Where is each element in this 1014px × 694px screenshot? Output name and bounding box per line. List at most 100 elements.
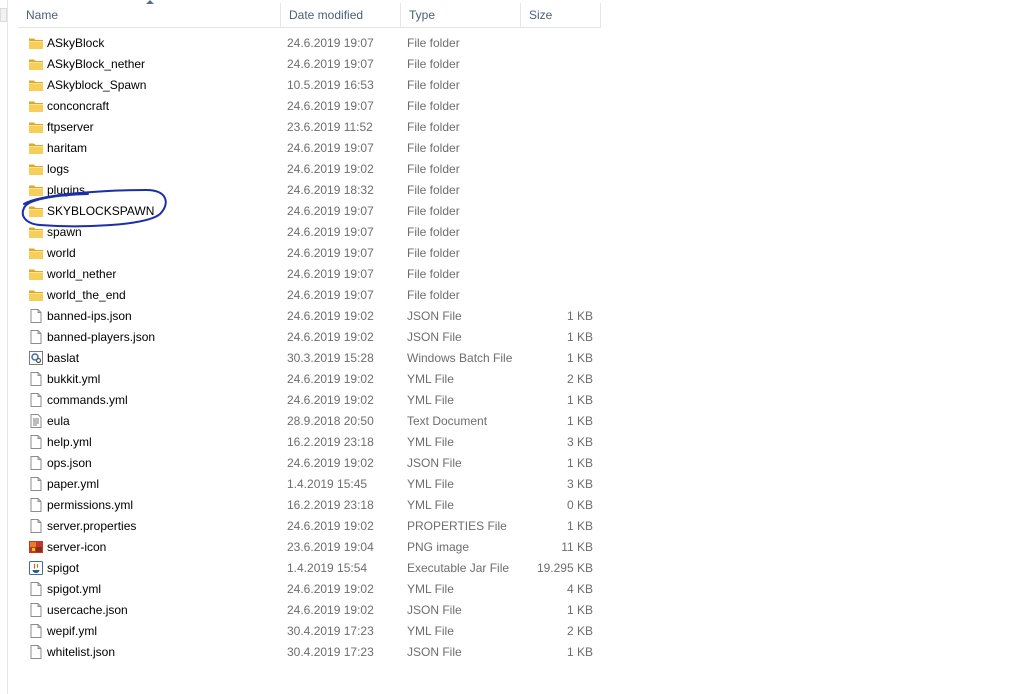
item-date: 16.2.2019 23:18 — [287, 498, 374, 512]
list-item[interactable]: paper.yml 1.4.2019 15:45 YML File 3 KB — [18, 474, 601, 495]
item-name: server-icon — [47, 540, 107, 554]
list-item[interactable]: world_the_end 24.6.2019 19:07 File folder — [18, 285, 601, 306]
item-size — [523, 138, 593, 159]
item-type: File folder — [407, 78, 460, 92]
item-type: YML File — [407, 498, 454, 512]
list-item[interactable]: server.properties 24.6.2019 19:02 PROPERTI… — [18, 516, 601, 537]
file-list: ASkyBlock 24.6.2019 19:07 File folder ASkyB… — [18, 33, 601, 663]
item-name: ASkyBlock_nether — [47, 57, 146, 71]
file-icon — [28, 602, 44, 618]
list-item[interactable]: whitelist.json 30.4.2019 17:23 JSON File 1 … — [18, 642, 601, 663]
list-item[interactable]: plugins 24.6.2019 18:32 File folder — [18, 180, 601, 201]
item-size: 2 KB — [566, 372, 593, 386]
file-icon — [28, 434, 44, 450]
item-name: world — [47, 246, 76, 260]
list-item[interactable]: ASkyBlock_nether 24.6.2019 19:07 File fold… — [18, 54, 601, 75]
list-item[interactable]: usercache.json 24.6.2019 19:02 JSON File 1 … — [18, 600, 601, 621]
item-type: PROPERTIES File — [407, 519, 507, 533]
item-date: 24.6.2019 19:02 — [287, 330, 374, 344]
list-item[interactable]: spawn 24.6.2019 19:07 File folder — [18, 222, 601, 243]
folder-icon — [28, 56, 44, 72]
list-item[interactable]: commands.yml 24.6.2019 19:02 YML File 1 KB — [18, 390, 601, 411]
item-date: 24.6.2019 19:07 — [287, 267, 374, 281]
column-header-size[interactable]: Size — [521, 3, 601, 27]
list-item[interactable]: logs 24.6.2019 19:02 File folder — [18, 159, 601, 180]
item-date: 24.6.2019 19:02 — [287, 603, 374, 617]
item-name: conconcraft — [47, 99, 110, 113]
item-date: 24.6.2019 19:07 — [287, 225, 374, 239]
item-type: File folder — [407, 267, 460, 281]
item-size: 3 KB — [566, 435, 593, 449]
item-date: 24.6.2019 19:07 — [287, 36, 374, 50]
list-item[interactable]: ftpserver 23.6.2019 11:52 File folder — [18, 117, 601, 138]
item-date: 10.5.2019 16:53 — [287, 78, 374, 92]
list-item[interactable]: banned-ips.json 24.6.2019 19:02 JSON File 1… — [18, 306, 601, 327]
file-icon — [28, 371, 44, 387]
item-size: 2 KB — [566, 624, 593, 638]
list-item[interactable]: ops.json 24.6.2019 19:02 JSON File 1 KB — [18, 453, 601, 474]
list-item[interactable]: ASkyblock_Spawn 10.5.2019 16:53 File folde… — [18, 75, 601, 96]
list-item[interactable]: wepif.yml 30.4.2019 17:23 YML File 2 KB — [18, 621, 601, 642]
item-size: 1 KB — [566, 456, 593, 470]
column-header-name[interactable]: Name — [18, 0, 281, 27]
file-icon — [28, 518, 44, 534]
list-item[interactable]: world_nether 24.6.2019 19:07 File folder — [18, 264, 601, 285]
list-item[interactable]: banned-players.json 24.6.2019 19:02 JSON F… — [18, 327, 601, 348]
column-header-date[interactable]: Date modified — [281, 3, 401, 27]
folder-icon — [28, 203, 44, 219]
file-icon — [28, 644, 44, 660]
list-item[interactable]: spigot.yml 24.6.2019 19:02 YML File 4 KB — [18, 579, 601, 600]
item-type: YML File — [407, 372, 454, 386]
list-item[interactable]: permissions.yml 16.2.2019 23:18 YML File 0 … — [18, 495, 601, 516]
item-type: File folder — [407, 246, 460, 260]
item-type: YML File — [407, 435, 454, 449]
item-type: File folder — [407, 120, 460, 134]
item-type: Text Document — [407, 414, 488, 428]
item-name: spawn — [47, 225, 82, 239]
list-item[interactable]: help.yml 16.2.2019 23:18 YML File 3 KB — [18, 432, 601, 453]
item-name: usercache.json — [47, 603, 128, 617]
list-item[interactable]: eula 28.9.2018 20:50 Text Document 1 KB — [18, 411, 601, 432]
file-icon — [28, 308, 44, 324]
item-type: File folder — [407, 183, 460, 197]
folder-icon — [28, 119, 44, 135]
list-item[interactable]: bukkit.yml 24.6.2019 19:02 YML File 2 KB — [18, 369, 601, 390]
item-date: 24.6.2019 19:02 — [287, 519, 374, 533]
list-item[interactable]: conconcraft 24.6.2019 19:07 File folder — [18, 96, 601, 117]
item-name: plugins — [47, 183, 86, 197]
item-name: haritam — [47, 141, 88, 155]
folder-icon — [28, 182, 44, 198]
item-size: 1 KB — [566, 519, 593, 533]
list-item[interactable]: spigot 1.4.2019 15:54 Executable Jar File 1… — [18, 558, 601, 579]
list-item[interactable]: SKYBLOCKSPAWN 24.6.2019 19:07 File folder — [18, 201, 601, 222]
item-type: YML File — [407, 582, 454, 596]
list-item[interactable]: baslat 30.3.2019 15:28 Windows Batch File 1… — [18, 348, 601, 369]
column-header-type[interactable]: Type — [401, 3, 521, 27]
file-icon — [28, 455, 44, 471]
file-icon — [28, 623, 44, 639]
item-size — [523, 264, 593, 285]
item-type: File folder — [407, 288, 460, 302]
item-date: 24.6.2019 19:07 — [287, 246, 374, 260]
list-item[interactable]: ASkyBlock 24.6.2019 19:07 File folder — [18, 33, 601, 54]
column-header-type-label: Type — [409, 8, 436, 22]
list-item[interactable]: world 24.6.2019 19:07 File folder — [18, 243, 601, 264]
item-date: 1.4.2019 15:45 — [287, 477, 368, 491]
item-size: 1 KB — [566, 393, 593, 407]
item-date: 30.4.2019 17:23 — [287, 624, 374, 638]
column-header-name-label: Name — [26, 8, 59, 22]
list-item[interactable]: server-icon 23.6.2019 19:04 PNG image 11 KB — [18, 537, 601, 558]
item-date: 24.6.2019 19:02 — [287, 162, 374, 176]
item-size — [523, 222, 593, 243]
batch-file-icon — [28, 350, 44, 366]
folder-icon — [28, 287, 44, 303]
item-date: 24.6.2019 19:07 — [287, 141, 374, 155]
folder-icon — [28, 140, 44, 156]
folder-icon — [28, 266, 44, 282]
item-type: JSON File — [407, 603, 462, 617]
item-name: ftpserver — [47, 120, 94, 134]
list-item[interactable]: haritam 24.6.2019 19:07 File folder — [18, 138, 601, 159]
item-date: 24.6.2019 19:02 — [287, 309, 374, 323]
column-header-date-label: Date modified — [289, 8, 364, 22]
item-name: commands.yml — [47, 393, 128, 407]
